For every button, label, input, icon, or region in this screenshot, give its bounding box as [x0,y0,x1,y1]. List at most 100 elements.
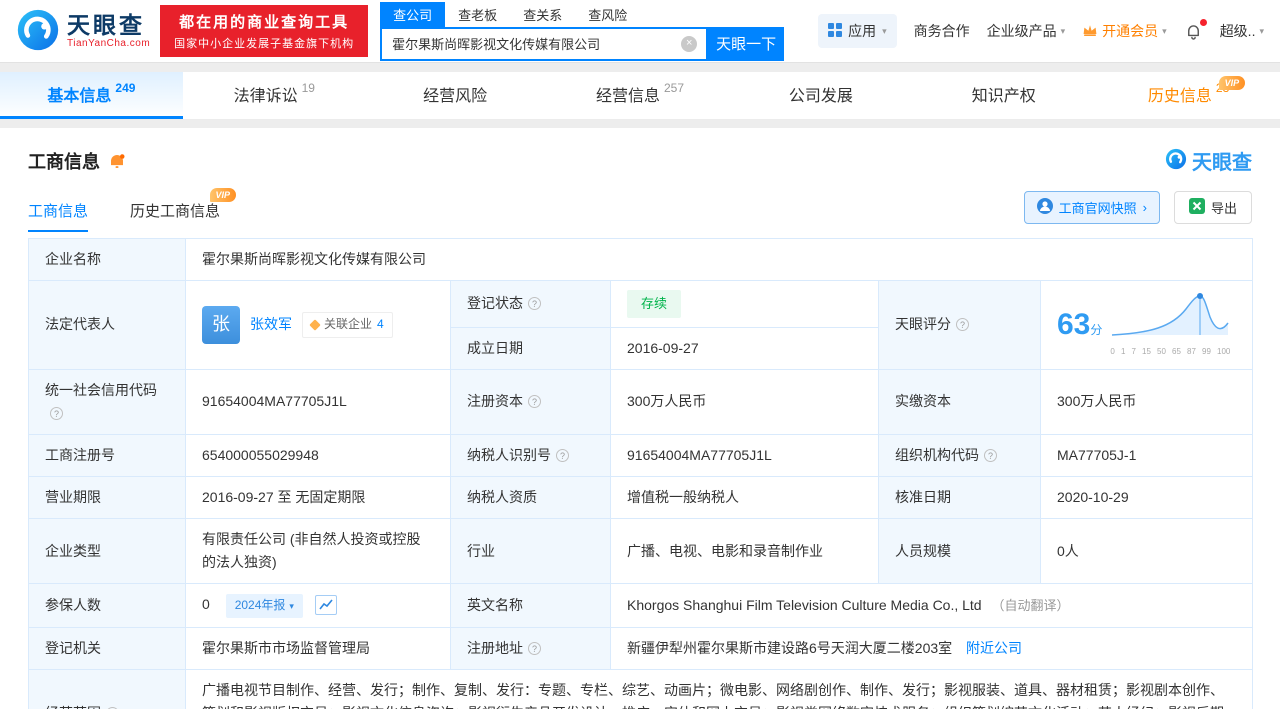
search-tab-company[interactable]: 查公司 [380,2,445,27]
help-icon[interactable]: ? [528,297,541,310]
super-vip-label: 超级.. [1220,21,1256,41]
annual-report-badge[interactable]: 2024年报 ▾ [226,594,303,618]
table-row: 经营范围? 广播电视节目制作、经营、发行；制作、复制、发行：专题、专栏、综艺、动… [29,670,1253,709]
industry-label: 行业 [451,519,611,584]
help-icon[interactable]: ? [556,449,569,462]
chevron-down-icon: ▾ [289,599,294,614]
tab-company-development[interactable]: 公司发展 [731,72,914,119]
divider-strip [0,62,1280,72]
tab-count: 257 [664,81,684,95]
english-name-cell: Khorgos Shanghui Film Television Culture… [611,584,1253,628]
vip-label: 开通会员 [1102,21,1158,41]
apps-menu[interactable]: 应用 ▾ [818,14,897,48]
business-term-value: 2016-09-27 至 无固定期限 [186,476,451,518]
tab-operating-risk[interactable]: 经营风险 [366,72,549,119]
watermark-text: 天眼查 [1192,146,1252,175]
credit-code-label: 统一社会信用代码? [29,369,186,434]
reg-number-label: 工商注册号 [29,434,186,476]
menu-enterprise-products[interactable]: 企业级产品 ▾ [987,21,1066,41]
watermark: 天眼查 [1165,146,1252,175]
tianyancha-logo[interactable]: 天眼查 TianYanCha.com [16,8,150,55]
tab-basic-info[interactable]: 基本信息 249 [0,72,183,119]
taxpayer-quality-label: 纳税人资质 [451,476,611,518]
subtab-label: 历史工商信息 [130,203,220,220]
score-cell: 63分 0171550658799100 [1041,281,1253,370]
section-actions: 工商官网快照 › 导出 [1024,191,1252,232]
monitor-alarm-icon[interactable] [108,152,126,170]
tianyancha-logo-icon [16,8,60,55]
brand-name: 天眼查 [67,13,150,38]
tab-business-info[interactable]: 经营信息 257 [549,72,732,119]
tab-count: 19 [302,81,315,95]
nearby-companies-link[interactable]: 附近公司 [966,640,1022,656]
tab-history-info[interactable]: 历史信息 23 VIP [1097,72,1280,119]
tab-legal-lawsuits[interactable]: 法律诉讼 19 [183,72,366,119]
avatar[interactable]: 张 [202,306,240,344]
subtab-business-info[interactable]: 工商信息 [28,196,88,232]
table-row: 登记机关 霍尔果斯市市场监督管理局 注册地址? 新疆伊犁州霍尔果斯市建设路6号天… [29,627,1253,669]
snapshot-label: 工商官网快照 [1059,198,1137,217]
official-snapshot-button[interactable]: 工商官网快照 › [1024,191,1160,224]
tab-label: 经营信息 [596,82,660,106]
brand-domain: TianYanCha.com [67,38,150,49]
org-code-value: MA77705J-1 [1041,434,1253,476]
label-text: 注册地址 [467,640,523,656]
table-row: 营业期限 2016-09-27 至 无固定期限 纳税人资质 增值税一般纳税人 核… [29,476,1253,518]
tab-label: 公司发展 [789,82,853,106]
score-value: 63分 [1057,310,1102,340]
help-icon[interactable]: ? [984,449,997,462]
vip-badge: VIP [210,188,237,202]
slogan-line1: 都在用的商业查询工具 [174,11,354,32]
reg-capital-label: 注册资本? [451,369,611,434]
notification-bell-icon[interactable] [1184,22,1203,41]
trend-chart-icon[interactable] [315,595,337,615]
help-icon[interactable]: ? [956,318,969,331]
tab-label: 基本信息 [47,82,111,106]
establish-date-label: 成立日期 [451,327,611,369]
reg-capital-value: 300万人民币 [611,369,879,434]
search-tabs: 查公司 查老板 查关系 查风险 [380,2,784,27]
tab-label: 法律诉讼 [234,82,298,106]
arrow-right-icon: › [1143,200,1147,215]
help-icon[interactable]: ? [528,395,541,408]
english-name-label: 英文名称 [451,584,611,628]
business-term-label: 营业期限 [29,476,186,518]
search-tab-risk[interactable]: 查风险 [575,2,640,27]
paid-capital-label: 实缴资本 [879,369,1041,434]
annual-report-label: 2024年报 [235,596,286,616]
apps-grid-icon [828,23,842,40]
export-button[interactable]: 导出 [1174,191,1252,224]
search-input[interactable] [382,36,681,51]
vip-badge: VIP [1219,76,1246,90]
menu-super-vip[interactable]: 超级.. ▾ [1220,21,1264,41]
insured-count-cell: 0 2024年报 ▾ [186,584,451,628]
help-icon[interactable]: ? [50,407,63,420]
company-nav-tabs: 基本信息 249 法律诉讼 19 经营风险 经营信息 257 公司发展 知识产权… [0,72,1280,120]
section-header: 工商信息 天眼查 [0,128,1280,175]
address-cell: 新疆伊犁州霍尔果斯市建设路6号天润大厦二楼203室 附近公司 [611,627,1253,669]
paid-capital-value: 300万人民币 [1041,369,1253,434]
related-count: 4 [377,315,384,335]
label-text: 组织机构代码 [895,447,979,463]
score-curve-chart: 0171550658799100 [1110,291,1230,358]
menu-open-vip[interactable]: 开通会员 ▾ [1082,21,1167,41]
related-companies-badge[interactable]: 关联企业 4 [302,312,393,338]
taxpayer-quality-value: 增值税一般纳税人 [611,476,879,518]
page-title: 工商信息 [28,148,100,174]
search-tab-boss[interactable]: 查老板 [445,2,510,27]
company-type-value: 有限责任公司 (非自然人投资或控股的法人独资) [186,519,451,584]
help-icon[interactable]: ? [528,642,541,655]
address-value: 新疆伊犁州霍尔果斯市建设路6号天润大厦二楼203室 [627,640,952,656]
search-button[interactable]: 天眼一下 [708,27,784,61]
org-code-label: 组织机构代码? [879,434,1041,476]
search-tab-relation[interactable]: 查关系 [510,2,575,27]
subtab-row: 工商信息 历史工商信息 VIP 工商官网快照 › 导出 [28,191,1252,232]
topbar-menu: 应用 ▾ 商务合作 企业级产品 ▾ 开通会员 ▾ 超级.. ▾ [818,14,1264,48]
menu-cooperation[interactable]: 商务合作 [914,21,970,41]
tab-intellectual-property[interactable]: 知识产权 [914,72,1097,119]
status-badge: 存续 [627,290,681,317]
business-scope-value: 广播电视节目制作、经营、发行；制作、复制、发行：专题、专栏、综艺、动画片；微电影… [186,670,1253,709]
clear-icon[interactable]: × [681,36,697,52]
legal-rep-link[interactable]: 张效军 [250,313,292,336]
subtab-history-business-info[interactable]: 历史工商信息 VIP [130,196,220,232]
